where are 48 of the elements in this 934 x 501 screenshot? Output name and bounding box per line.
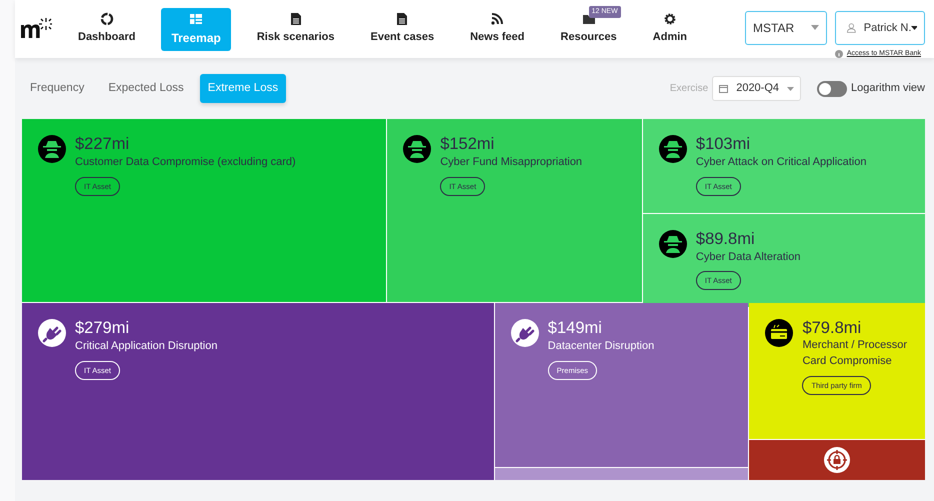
spy-icon <box>658 230 687 258</box>
nav-tab[interactable]: Dashboard <box>68 8 146 50</box>
scenario-name: Customer Data Compromise (excluding card) <box>75 155 296 170</box>
loss-amount: $79.8mi <box>802 319 862 338</box>
user-icon <box>847 22 856 34</box>
document-icon <box>395 12 410 26</box>
document-icon <box>288 12 303 26</box>
metric-tab[interactable]: Frequency <box>22 74 92 104</box>
loss-amount: $149mi <box>548 319 603 338</box>
exercise-select[interactable]: 2020-Q4 <box>712 76 802 101</box>
calendar-icon <box>719 84 728 94</box>
nav-tab[interactable]: Event cases <box>360 8 444 50</box>
scenario-name: Datacenter Disruption <box>548 339 654 354</box>
loss-amount: $279mi <box>75 319 130 338</box>
spy-icon <box>38 135 66 164</box>
card-icon <box>765 319 794 348</box>
scenario-name: Merchant / Processor Card Compromise <box>802 338 908 370</box>
organization-select[interactable]: MSTAR <box>745 10 827 45</box>
spy-icon <box>658 135 687 164</box>
loss-amount: $227mi <box>75 135 130 154</box>
grid-icon <box>189 12 204 26</box>
scenario-name: Cyber Fund Misappropriation <box>440 155 582 170</box>
logarithm-toggle[interactable] <box>817 80 848 97</box>
loss-amount: $152mi <box>440 135 496 154</box>
caret-icon <box>911 26 917 30</box>
scenario-name: Cyber Attack on Critical Application <box>696 155 866 170</box>
loss-amount: $89.8mi <box>696 230 756 249</box>
logarithm-label: Logarithm view <box>851 81 925 96</box>
caret-icon <box>787 86 794 91</box>
caret-icon <box>811 25 819 30</box>
plug-icon <box>510 319 539 348</box>
loss-amount: $103mi <box>696 135 752 154</box>
rss-icon <box>490 12 504 26</box>
nav-tab[interactable]: Admin <box>642 8 698 50</box>
treemap-tile[interactable] <box>749 440 925 480</box>
scenario-name: Critical Application Disruption <box>75 339 218 354</box>
target-lock-icon <box>824 447 850 474</box>
metric-tab[interactable]: Expected Loss <box>100 74 192 104</box>
gear-icon <box>662 12 677 26</box>
user-menu[interactable]: Patrick N. <box>835 10 925 45</box>
ring-icon <box>100 12 114 26</box>
exercise-label: Exercise <box>670 82 708 96</box>
treemap-tile[interactable] <box>494 468 748 480</box>
plug-icon <box>38 319 66 348</box>
nav-tab[interactable]: News feed <box>460 8 535 50</box>
scenario-name: Cyber Data Alteration <box>696 250 800 265</box>
spy-icon <box>403 135 432 164</box>
nav-tab[interactable]: Risk scenarios <box>246 8 344 50</box>
